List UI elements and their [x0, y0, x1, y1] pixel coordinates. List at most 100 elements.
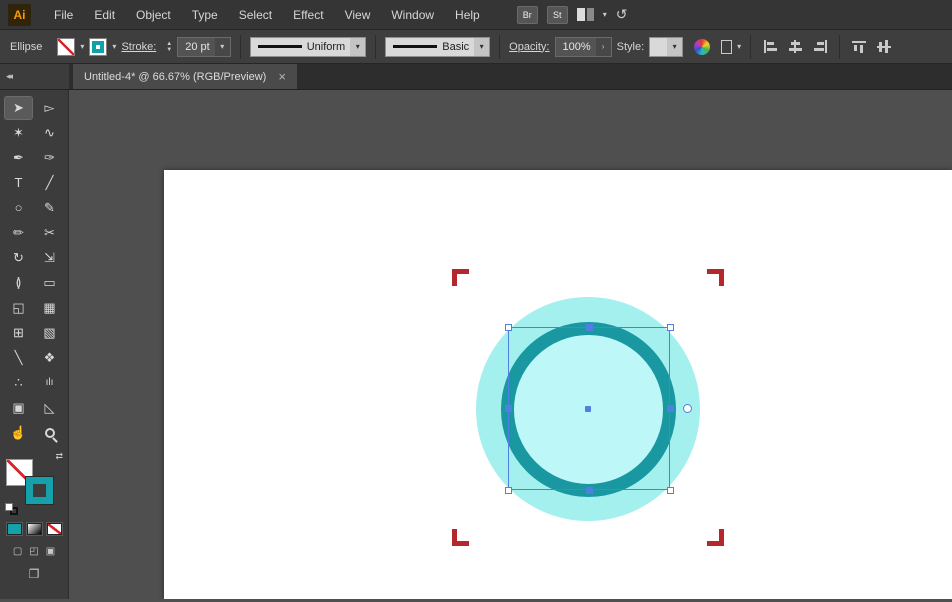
width-profile-select[interactable]: Uniform ▾ [250, 37, 367, 57]
stock-button[interactable]: St [547, 6, 568, 24]
mesh-tool[interactable]: ⊞ [5, 322, 32, 344]
style-chevron-icon[interactable]: ▾ [667, 38, 682, 56]
brush-chevron-icon[interactable]: ▾ [474, 38, 489, 56]
curvature-tool[interactable]: ✑ [36, 147, 63, 169]
divider [839, 35, 840, 59]
crop-mark-top-left[interactable] [452, 269, 469, 286]
menu-help[interactable]: Help [445, 4, 490, 26]
selection-tool[interactable]: ➤ [5, 97, 32, 119]
slice-tool[interactable]: ◺ [36, 397, 63, 419]
document-setup-icon[interactable] [721, 40, 732, 54]
shape-builder-tool[interactable]: ◱ [5, 297, 32, 319]
horizontal-align-center-button[interactable] [785, 37, 805, 57]
ellipse-tool[interactable]: ○ [5, 197, 32, 219]
handle-bottom-left[interactable] [505, 487, 512, 494]
workspace-switcher-icon[interactable] [577, 8, 594, 21]
stepper-down-icon[interactable]: ▼ [166, 47, 172, 53]
horizontal-align-left-button[interactable] [760, 37, 780, 57]
document-setup-chevron-icon[interactable]: ▾ [737, 42, 741, 51]
symbol-sprayer-tool[interactable]: ∴ [5, 372, 32, 394]
zoom-tool[interactable] [36, 422, 63, 444]
default-swatches-icon[interactable] [5, 503, 19, 515]
brush-definition-select[interactable]: Basic ▾ [385, 37, 490, 57]
menu-select[interactable]: Select [229, 4, 282, 26]
profile-chevron-icon[interactable]: ▾ [350, 38, 365, 56]
zoom-icon [45, 428, 55, 438]
none-button[interactable] [47, 523, 62, 535]
menu-object[interactable]: Object [126, 4, 181, 26]
vertical-align-center-button[interactable] [874, 37, 894, 57]
sync-icon[interactable]: ↺ [616, 6, 628, 23]
direct-selection-tool[interactable]: ▻ [36, 97, 63, 119]
vertical-align-top-button[interactable] [849, 37, 869, 57]
crop-mark-bottom-left[interactable] [452, 529, 469, 546]
gradient-button[interactable] [27, 523, 42, 535]
stroke-label[interactable]: Stroke: [121, 41, 156, 53]
chevron-down-icon[interactable]: ▾ [603, 10, 607, 19]
document-tab[interactable]: Untitled-4* @ 66.67% (RGB/Preview) × [73, 64, 297, 89]
pen-tool[interactable]: ✒ [5, 147, 32, 169]
bridge-button[interactable]: Br [517, 6, 538, 24]
handle-top-left[interactable] [505, 324, 512, 331]
stroke-chevron-icon[interactable]: ▾ [112, 42, 116, 51]
opacity-select[interactable]: 100% › [555, 37, 612, 57]
swap-fill-stroke-icon[interactable]: ⇄ [55, 451, 63, 462]
handle-bottom-middle[interactable] [586, 487, 593, 494]
stroke-weight-stepper[interactable]: ▲ ▼ [166, 41, 172, 53]
handle-left-middle[interactable] [505, 405, 512, 412]
change-screen-mode-icon[interactable]: ❐ [29, 567, 40, 581]
crop-mark-bottom-right[interactable] [707, 529, 724, 546]
menu-view[interactable]: View [335, 4, 381, 26]
scissors-tool[interactable]: ✂ [36, 222, 63, 244]
handle-right-middle[interactable] [667, 405, 674, 412]
menu-edit[interactable]: Edit [84, 4, 125, 26]
menu-effect[interactable]: Effect [283, 4, 333, 26]
line-segment-tool[interactable]: ╱ [36, 172, 63, 194]
handle-bottom-right[interactable] [667, 487, 674, 494]
artboard-tool[interactable]: ▣ [5, 397, 32, 419]
menu-file[interactable]: File [44, 4, 83, 26]
draw-inside-icon[interactable]: ▣ [46, 546, 55, 557]
column-graph-tool[interactable]: ılı [36, 372, 63, 394]
paintbrush-tool[interactable]: ✎ [36, 197, 63, 219]
handle-top-middle[interactable] [586, 324, 593, 331]
width-tool[interactable]: ≬ [5, 272, 32, 294]
style-select[interactable]: ▾ [649, 37, 683, 57]
opacity-chevron-icon[interactable]: › [596, 38, 611, 56]
type-tool[interactable]: T [5, 172, 32, 194]
fill-color-swatch[interactable] [57, 38, 75, 56]
align-right-icon [813, 40, 828, 53]
blend-tool[interactable]: ❖ [36, 347, 63, 369]
divider [375, 35, 376, 59]
draw-normal-icon[interactable]: ▢ [13, 546, 22, 557]
stroke-color-swatch[interactable] [89, 38, 107, 56]
fill-chevron-icon[interactable]: ▾ [80, 42, 84, 51]
draw-behind-icon[interactable]: ◰ [29, 546, 38, 557]
live-shape-widget[interactable] [683, 404, 692, 413]
selection-center-point[interactable] [585, 406, 591, 412]
lasso-tool[interactable]: ∿ [36, 122, 63, 144]
stroke-swatch[interactable] [26, 477, 53, 504]
opacity-label[interactable]: Opacity: [509, 41, 549, 53]
free-transform-tool[interactable]: ▭ [36, 272, 63, 294]
color-button[interactable] [7, 523, 22, 535]
recolor-artwork-icon[interactable] [694, 39, 710, 55]
hand-tool[interactable]: ☝ [5, 422, 32, 444]
pencil-tool[interactable]: ✏ [5, 222, 32, 244]
magic-wand-tool[interactable]: ✶ [5, 122, 32, 144]
collapse-panel-icon[interactable]: ◂◂ [6, 71, 11, 82]
eyedropper-tool[interactable]: ╲ [5, 347, 32, 369]
stroke-weight-select[interactable]: 20 pt ▾ [177, 37, 230, 57]
menu-type[interactable]: Type [182, 4, 228, 26]
perspective-grid-tool[interactable]: ▦ [36, 297, 63, 319]
scale-tool[interactable]: ⇲ [36, 247, 63, 269]
stroke-weight-chevron-icon[interactable]: ▾ [215, 38, 230, 56]
tab-close-icon[interactable]: × [278, 69, 286, 84]
handle-top-right[interactable] [667, 324, 674, 331]
canvas-area[interactable] [69, 90, 952, 599]
rotate-tool[interactable]: ↻ [5, 247, 32, 269]
crop-mark-top-right[interactable] [707, 269, 724, 286]
gradient-tool[interactable]: ▧ [36, 322, 63, 344]
menu-window[interactable]: Window [381, 4, 444, 26]
horizontal-align-right-button[interactable] [810, 37, 830, 57]
